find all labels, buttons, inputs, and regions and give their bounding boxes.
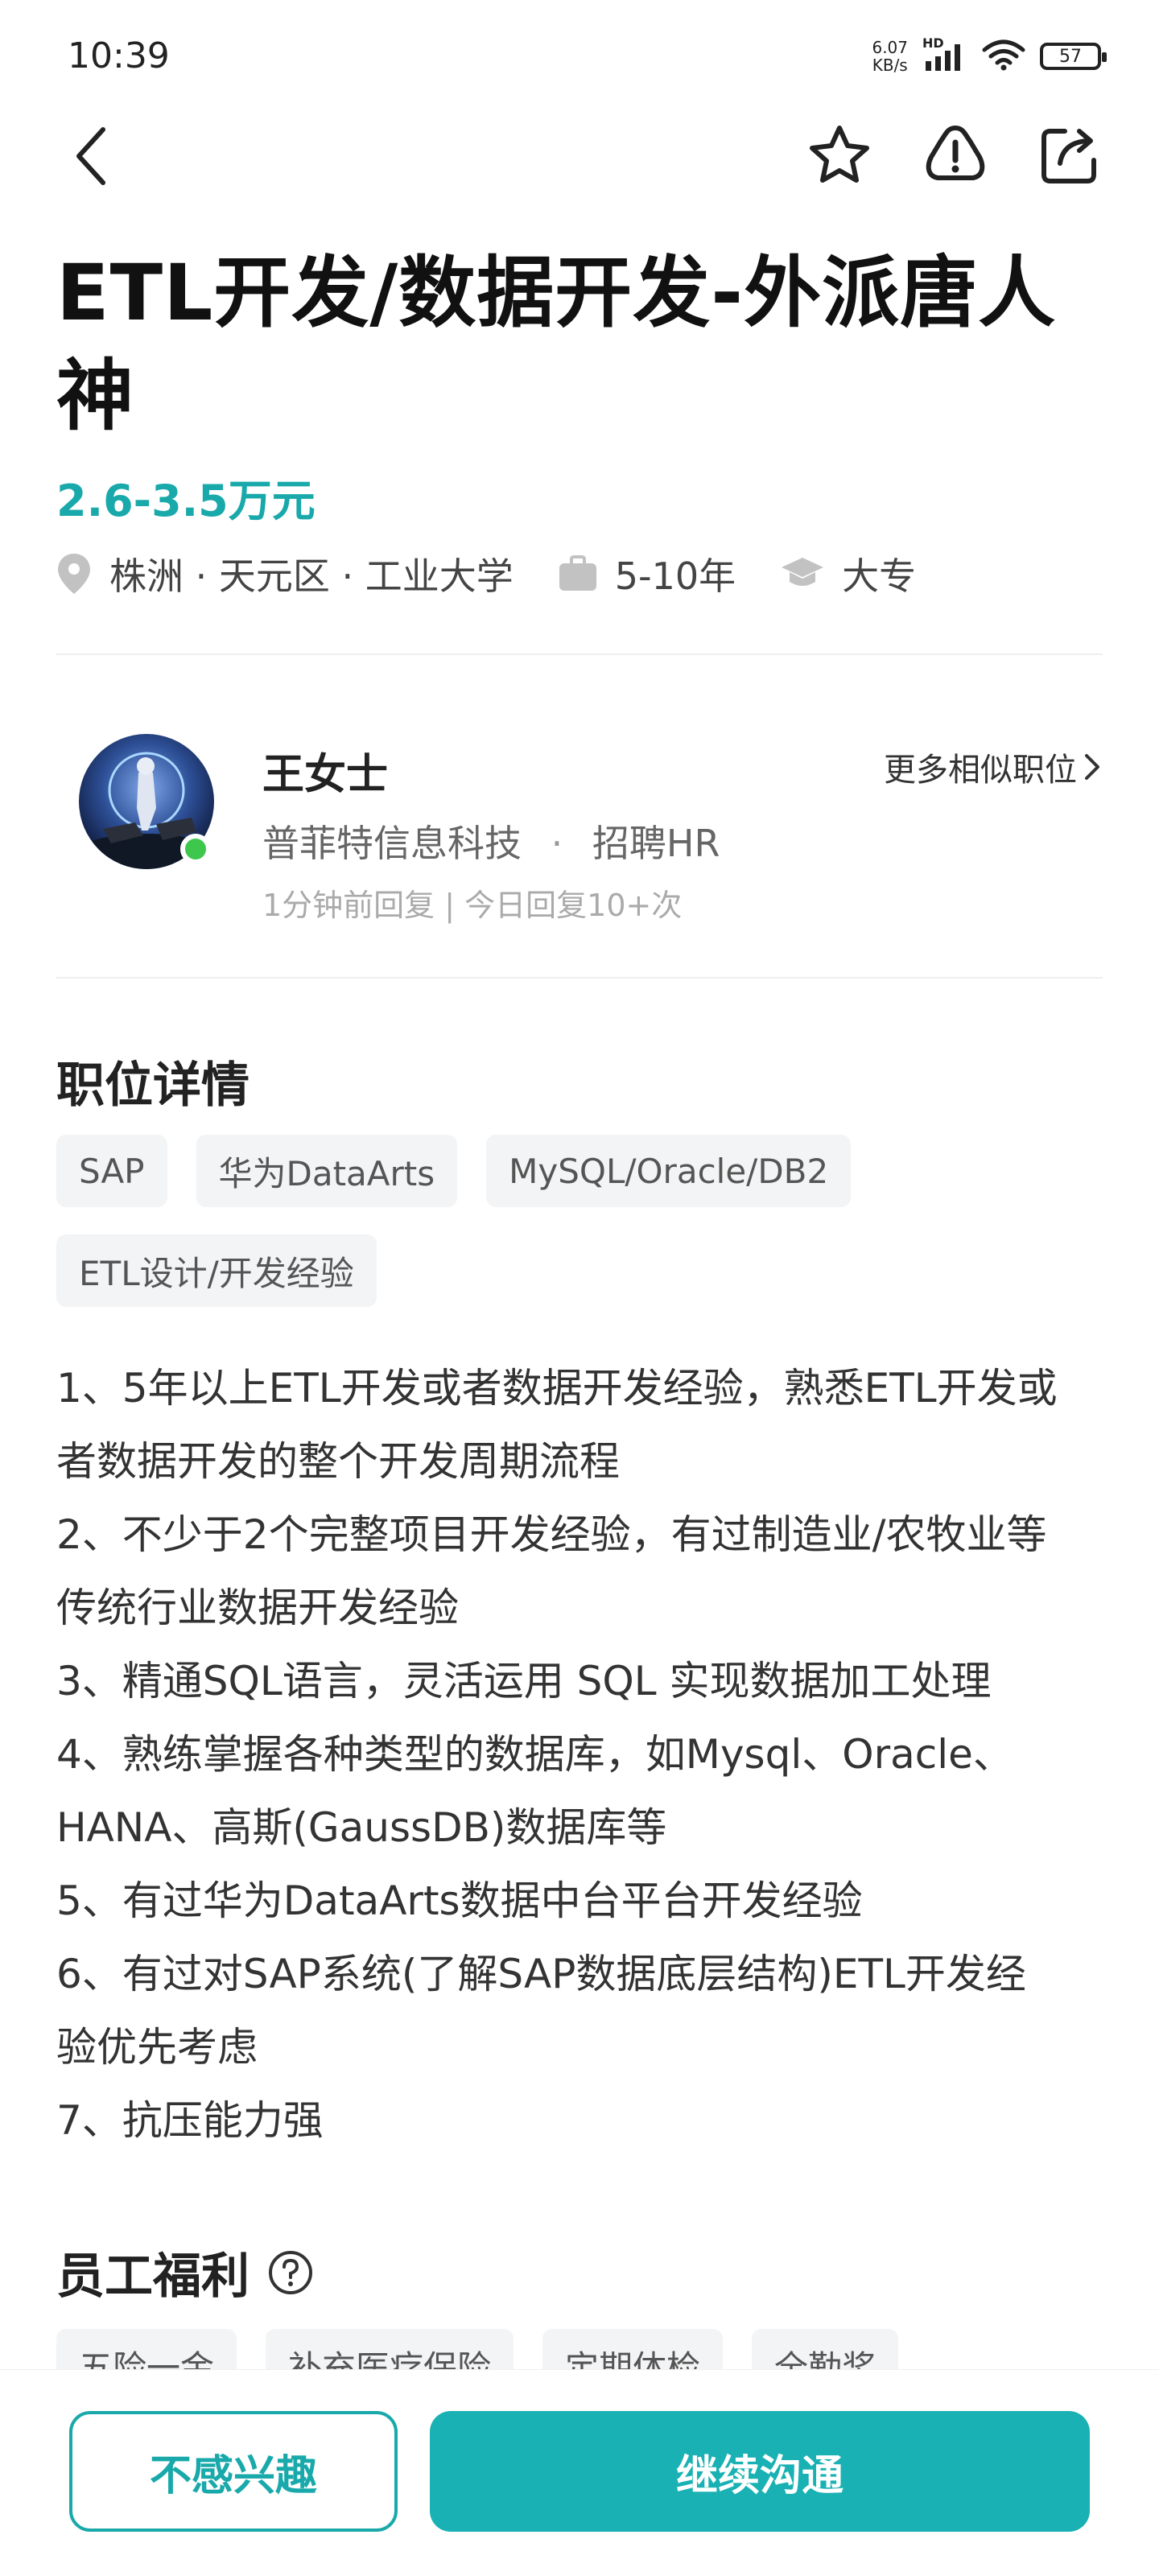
skill-tag: ETL设计/开发经验 — [56, 1234, 377, 1307]
description-line: 1、5年以上ETL开发或者数据开发经验，熟悉ETL开发或 — [56, 1365, 1058, 1412]
location-text: 株洲 · 天元区 · 工业大学 — [109, 554, 514, 598]
recruiter-name: 王女士 — [262, 751, 389, 799]
back-arrow-icon — [76, 127, 105, 185]
recruiter-role: 招聘HR — [592, 822, 720, 865]
recruiter-reply-info: 1分钟前回复 | 今日回复10+次 — [262, 888, 683, 923]
not-interested-button[interactable]: 不感兴趣 — [69, 2411, 398, 2532]
description-line: 者数据开发的整个开发周期流程 — [56, 1438, 620, 1485]
net-speed-value: 6.07 — [872, 38, 908, 57]
experience-text: 5-10年 — [614, 554, 736, 598]
graduation-cap-icon — [782, 558, 824, 586]
signal-icon: HD — [922, 35, 967, 71]
status-time: 10:39 — [68, 35, 170, 76]
divider — [56, 977, 1103, 979]
network-speed: 6.07 KB/s — [872, 39, 908, 74]
divider — [56, 653, 1103, 655]
recruiter-company: 普菲特信息科技 — [262, 822, 522, 865]
chevron-right-icon — [1085, 754, 1099, 780]
benefits-heading-row: 员工福利 — [56, 2237, 314, 2307]
skill-tag: SAP — [56, 1135, 167, 1207]
description-line: 5、有过华为DataArts数据中台平台开发经验 — [56, 1877, 863, 1924]
briefcase-icon — [559, 555, 596, 591]
job-description: 1、5年以上ETL开发或者数据开发经验，熟悉ETL开发或 者数据开发的整个开发周… — [56, 1352, 1103, 2158]
net-speed-unit: KB/s — [872, 56, 908, 75]
location-info: 株洲 · 天元区 · 工业大学 — [56, 547, 514, 600]
separator-dot: · — [551, 822, 563, 865]
skill-tag: 华为DataArts — [196, 1135, 458, 1207]
share-icon — [1041, 129, 1096, 183]
online-status-dot — [180, 834, 211, 864]
education-info: 大专 — [781, 547, 916, 600]
experience-info: 5-10年 — [559, 547, 736, 600]
description-line: 4、熟练掌握各种类型的数据库，如Mysql、Oracle、 — [56, 1731, 1013, 1778]
description-line: 2、不少于2个完整项目开发经验，有过制造业/农牧业等 — [56, 1511, 1047, 1558]
wifi-icon — [982, 39, 1025, 74]
report-button[interactable] — [918, 117, 993, 193]
job-meta: 株洲 · 天元区 · 工业大学 5-10年 大专 — [56, 547, 961, 600]
description-line: 7、抗压能力强 — [56, 2097, 324, 2144]
description-line: HANA、高斯(GaussDB)数据库等 — [56, 1804, 667, 1851]
benefits-heading: 员工福利 — [56, 2248, 250, 2305]
recruiter-company-role: 普菲特信息科技 · 招聘HR — [262, 814, 720, 868]
job-title: ETL开发/数据开发-外派唐人神 — [56, 248, 1057, 441]
warning-icon — [926, 126, 985, 180]
favorite-button[interactable] — [802, 117, 877, 193]
more-similar-jobs-link[interactable]: 更多相似职位 — [884, 744, 1101, 790]
job-details-heading: 职位详情 — [56, 1057, 250, 1114]
description-line: 验优先考虑 — [56, 2024, 258, 2071]
battery-icon: 57 — [1040, 43, 1107, 70]
status-icons: 6.07 KB/s HD 57 — [872, 35, 1107, 74]
back-button[interactable] — [61, 121, 119, 192]
description-line: 传统行业数据开发经验 — [56, 1585, 459, 1631]
description-line: 6、有过对SAP系统(了解SAP数据底层结构)ETL开发经 — [56, 1951, 1026, 1997]
skill-tags: SAP 华为DataArts MySQL/Oracle/DB2 ETL设计/开发… — [56, 1135, 1103, 1307]
skill-tag: MySQL/Oracle/DB2 — [486, 1135, 852, 1207]
more-similar-label: 更多相似职位 — [884, 752, 1077, 789]
star-icon — [810, 126, 869, 183]
continue-chat-button[interactable]: 继续沟通 — [430, 2411, 1090, 2532]
description-line: 3、精通SQL语言，灵活运用 SQL 实现数据加工处理 — [56, 1658, 992, 1704]
share-button[interactable] — [1032, 117, 1107, 193]
location-pin-icon — [58, 554, 90, 594]
help-icon[interactable] — [267, 2249, 314, 2296]
battery-level: 57 — [1059, 46, 1082, 67]
education-text: 大专 — [842, 554, 917, 598]
salary-range: 2.6-3.5万元 — [56, 476, 316, 526]
